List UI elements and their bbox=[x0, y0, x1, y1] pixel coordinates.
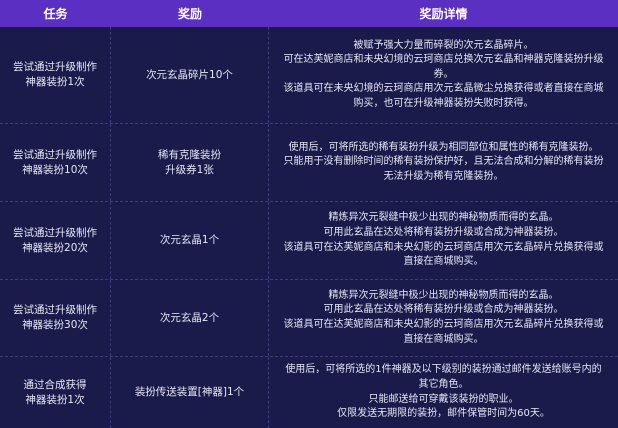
detail-cell: 精炼异次元裂缝中极少出现的神秘物质而得的玄晶。 可用此玄晶在达处将稀有装扮升级或… bbox=[283, 212, 604, 268]
detail-cell: 使用后，可将所选的1件神器及以下级别的装扮通过邮件发送给账号内的其它角色。 只能… bbox=[285, 364, 602, 420]
reward-table: 任务 奖励 奖励详情 尝试通过升级制作 神器装扮1次 次元玄晶碎片10个 被赋予… bbox=[0, 0, 618, 428]
reward-cell: 装扮传送装置[神器]1个 bbox=[111, 357, 269, 428]
reward-cell: 次元玄晶1个 bbox=[111, 202, 269, 279]
table-row: 尝试通过升级制作 神器装扮1次 次元玄晶碎片10个 被赋予强大力量而碎裂的次元玄… bbox=[0, 27, 618, 124]
detail-cell: 被赋予强大力量而碎裂的次元玄晶碎片。 可在达芙妮商店和未央幻境的云珂商店兑换次元… bbox=[283, 39, 604, 109]
task-cell: 尝试通过升级制作 神器装扮20次 bbox=[0, 202, 111, 279]
task-cell: 通过合成获得 神器装扮1次 bbox=[0, 357, 111, 428]
header-task: 任务 bbox=[43, 7, 68, 21]
detail-cell: 使用后，可将所选的稀有装扮升级为相同部位和属性的稀有克隆装扮。 只能用于没有删除… bbox=[283, 141, 604, 182]
header-reward: 奖励 bbox=[177, 7, 202, 21]
table-row: 尝试通过升级制作 神器装扮30次 次元玄晶2个 精炼异次元裂缝中极少出现的神秘物… bbox=[0, 280, 618, 357]
table-header: 任务 奖励 奖励详情 bbox=[0, 0, 618, 27]
table-row: 尝试通过升级制作 神器装扮10次 稀有克隆装扮 升级券1张 使用后，可将所选的稀… bbox=[0, 124, 618, 202]
task-cell: 尝试通过升级制作 神器装扮1次 bbox=[0, 27, 111, 123]
reward-cell: 次元玄晶碎片10个 bbox=[111, 27, 269, 123]
reward-cell: 次元玄晶2个 bbox=[111, 280, 269, 356]
reward-cell: 稀有克隆装扮 升级券1张 bbox=[111, 124, 269, 201]
header-detail: 奖励详情 bbox=[419, 7, 468, 21]
table-row: 通过合成获得 神器装扮1次 装扮传送装置[神器]1个 使用后，可将所选的1件神器… bbox=[0, 357, 618, 428]
task-cell: 尝试通过升级制作 神器装扮30次 bbox=[0, 280, 111, 356]
table-row: 尝试通过升级制作 神器装扮20次 次元玄晶1个 精炼异次元裂缝中极少出现的神秘物… bbox=[0, 202, 618, 280]
task-cell: 尝试通过升级制作 神器装扮10次 bbox=[0, 124, 111, 201]
detail-cell: 精炼异次元裂缝中极少出现的神秘物质而得的玄晶。 可用此玄晶在达处将稀有装扮升级或… bbox=[283, 289, 604, 345]
